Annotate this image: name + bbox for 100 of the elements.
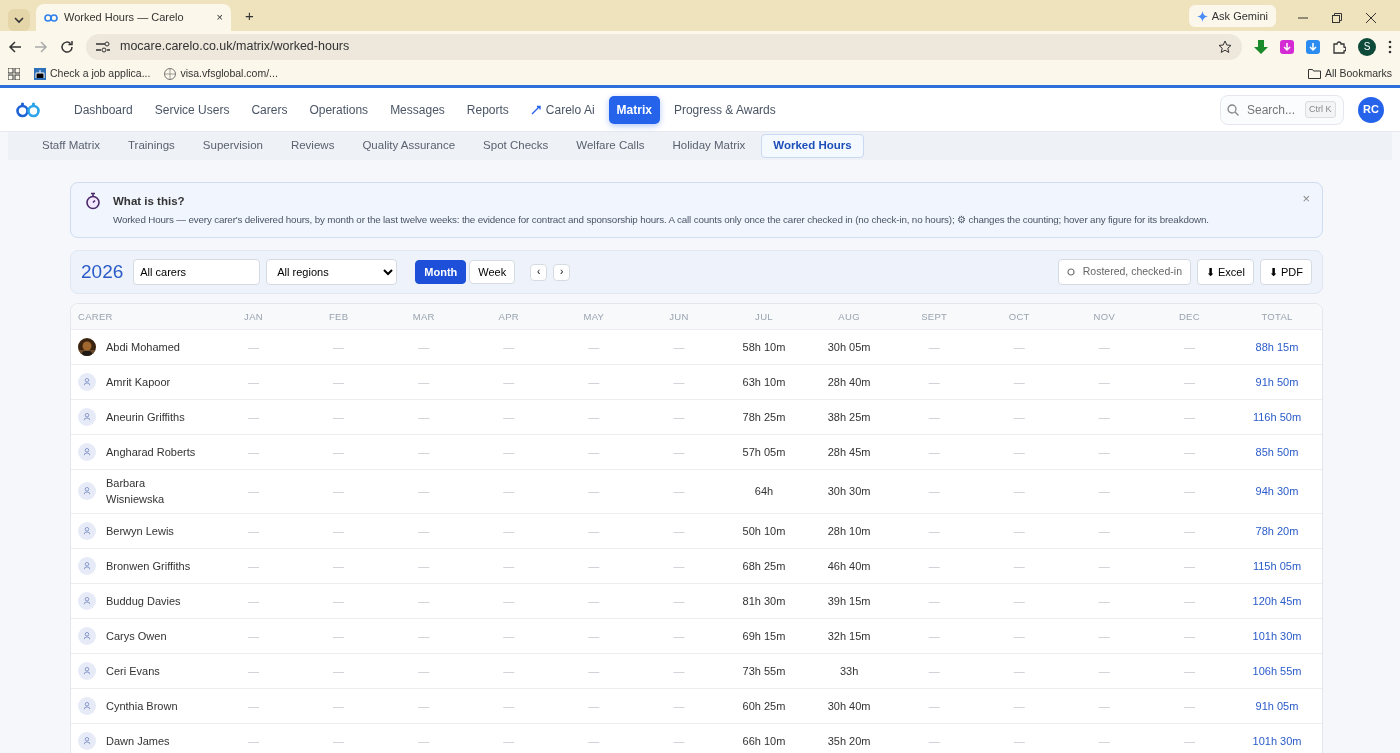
sub-tab[interactable]: Quality Assurance [350,134,468,158]
hours-cell[interactable]: — [1146,723,1232,753]
hours-cell[interactable]: — [1146,364,1232,400]
nav-tab[interactable]: Carers [243,95,296,124]
hours-cell[interactable]: — [551,723,637,753]
hours-cell[interactable]: — [1061,583,1147,619]
hours-cell[interactable]: — [891,364,977,400]
download-extension-icon[interactable] [1280,39,1294,54]
hours-cell[interactable]: — [976,618,1062,654]
nav-tab[interactable]: Messages [382,95,453,124]
hours-cell[interactable]: — [1061,469,1147,514]
hours-cell[interactable]: 28h 45m [806,434,892,470]
sub-tab[interactable]: Reviews [278,134,347,158]
hours-cell[interactable]: — [1061,434,1147,470]
hours-cell[interactable]: — [381,329,467,365]
bookmark-link[interactable]: visa.vfsglobal.com/... [164,65,278,82]
close-tab-button[interactable]: × [216,9,223,26]
hours-cell[interactable]: — [466,399,552,435]
hours-cell[interactable]: 30h 30m [806,469,892,514]
sub-tab[interactable]: Welfare Calls [564,134,657,158]
hours-cell[interactable]: — [296,688,382,724]
hours-cell[interactable]: — [296,399,382,435]
bookmark-link[interactable]: Check a job applica... [34,65,151,82]
browser-tab[interactable]: Worked Hours — Carelo × [36,4,231,31]
total-hours-cell[interactable]: 115h 05m [1232,548,1322,584]
nav-tab[interactable]: Carelo Ai [522,95,603,124]
hours-cell[interactable]: — [296,653,382,689]
region-select[interactable]: All regions [266,259,398,286]
hours-cell[interactable]: — [381,469,467,514]
hours-cell[interactable]: — [551,653,637,689]
hours-cell[interactable]: — [976,583,1062,619]
view-toggle[interactable]: Month [415,260,467,285]
close-icon[interactable] [1366,13,1376,23]
hours-cell[interactable]: — [1061,653,1147,689]
hours-cell[interactable]: 78h 25m [721,399,807,435]
hours-cell[interactable]: — [1146,469,1232,514]
all-bookmarks-button[interactable]: All Bookmarks [1307,65,1392,82]
back-icon[interactable] [8,39,22,54]
hours-cell[interactable]: — [466,329,552,365]
ask-gemini-button[interactable]: Ask Gemini [1188,5,1276,27]
hours-cell[interactable]: — [1061,723,1147,753]
hours-cell[interactable]: 63h 10m [721,364,807,400]
hours-cell[interactable]: 58h 10m [721,329,807,365]
infinity-logo-icon[interactable] [16,101,40,118]
close-button[interactable]: × [1302,189,1310,209]
hours-cell[interactable]: — [1146,653,1232,689]
restore-icon[interactable] [1332,13,1342,23]
hours-cell[interactable]: — [891,469,977,514]
site-settings-icon[interactable] [96,40,110,53]
hours-cell[interactable]: — [1146,583,1232,619]
hours-cell[interactable]: — [551,329,637,365]
hours-cell[interactable]: — [1146,688,1232,724]
hours-cell[interactable]: — [891,618,977,654]
hours-cell[interactable]: — [211,548,297,584]
hours-cell[interactable]: — [891,583,977,619]
hours-cell[interactable]: — [1061,688,1147,724]
hours-cell[interactable]: — [296,329,382,365]
hours-cell[interactable]: — [211,329,297,365]
hours-cell[interactable]: — [976,364,1062,400]
total-hours-cell[interactable]: 94h 30m [1232,469,1322,514]
hours-cell[interactable]: — [976,688,1062,724]
hours-cell[interactable]: — [891,399,977,435]
user-avatar[interactable]: RC [1358,96,1384,123]
more-menu-icon[interactable] [1388,39,1392,54]
hours-cell[interactable]: 69h 15m [721,618,807,654]
hours-cell[interactable]: — [1146,618,1232,654]
hours-cell[interactable]: 57h 05m [721,434,807,470]
hours-cell[interactable]: — [976,513,1062,549]
hours-cell[interactable]: 60h 25m [721,688,807,724]
hours-cell[interactable]: — [1146,329,1232,365]
hours-cell[interactable]: — [891,653,977,689]
hours-cell[interactable]: — [381,583,467,619]
hours-cell[interactable]: 73h 55m [721,653,807,689]
hours-cell[interactable]: — [1146,513,1232,549]
extensions-icon[interactable] [1332,39,1346,54]
hours-cell[interactable]: — [1061,364,1147,400]
hours-cell[interactable]: — [211,653,297,689]
sub-tab[interactable]: Supervision [190,134,275,158]
hours-cell[interactable]: — [891,688,977,724]
hours-cell[interactable]: — [381,399,467,435]
hours-cell[interactable]: — [211,723,297,753]
hours-cell[interactable]: — [296,434,382,470]
hours-cell[interactable]: — [636,469,722,514]
hours-cell[interactable]: — [976,329,1062,365]
hours-cell[interactable]: — [296,723,382,753]
nav-tab[interactable]: Dashboard [66,95,141,124]
export-button[interactable]: ⬇ PDF [1259,259,1312,286]
hours-cell[interactable]: — [1061,618,1147,654]
hours-cell[interactable]: — [551,618,637,654]
sub-tab[interactable]: Spot Checks [471,134,561,158]
hours-cell[interactable]: — [381,434,467,470]
counting-settings-button[interactable]: Rostered, checked-in [1057,259,1191,286]
hours-cell[interactable]: — [1061,548,1147,584]
sub-tab[interactable]: Staff Matrix [30,134,112,158]
hours-cell[interactable]: — [636,618,722,654]
hours-cell[interactable]: — [466,653,552,689]
hours-cell[interactable]: 50h 10m [721,513,807,549]
hours-cell[interactable]: — [636,583,722,619]
hours-cell[interactable]: — [466,513,552,549]
hours-cell[interactable]: — [976,399,1062,435]
